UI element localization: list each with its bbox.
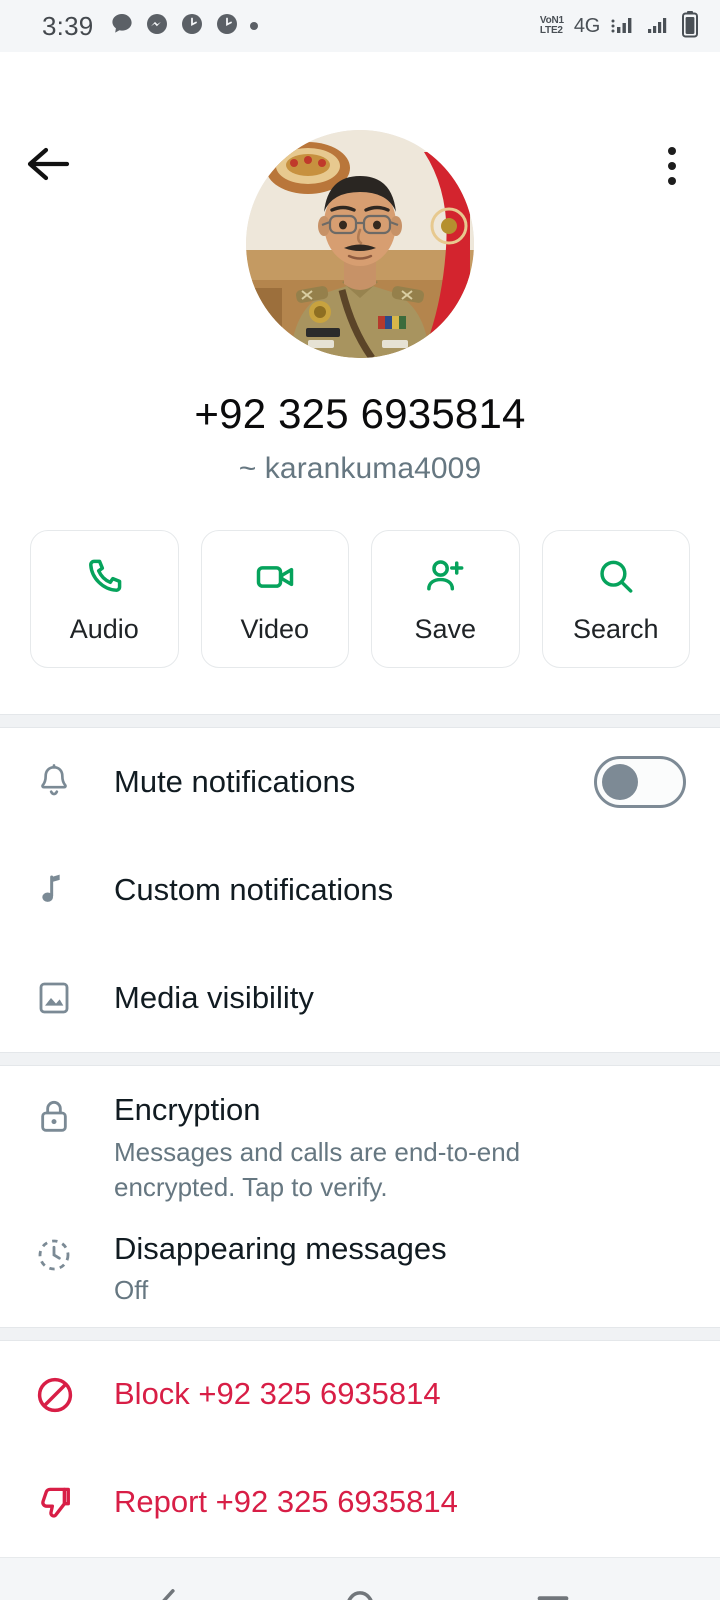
mute-notifications-toggle[interactable] xyxy=(594,756,686,808)
nav-home-icon xyxy=(340,1585,380,1600)
notification-settings-group: Mute notifications Custom notifications xyxy=(0,728,720,1052)
music-note-icon xyxy=(34,870,96,910)
overflow-menu-icon xyxy=(668,147,676,155)
quick-actions-row: Audio Video Save Search xyxy=(0,486,720,714)
block-contact-label: Block +92 325 6935814 xyxy=(114,1376,441,1412)
block-icon xyxy=(34,1374,96,1416)
avatar[interactable] xyxy=(246,130,474,358)
disappearing-messages-value: Off xyxy=(114,1275,149,1306)
battery-icon xyxy=(680,10,700,43)
back-button[interactable] xyxy=(22,140,74,192)
list-item-custom-notifications[interactable]: Custom notifications xyxy=(0,836,720,944)
privacy-settings-group: Encryption Messages and calls are end-to… xyxy=(0,1066,720,1327)
status-bar-clock: 3:39 xyxy=(42,10,94,41)
section-divider xyxy=(0,714,720,728)
nav-back-icon xyxy=(148,1585,186,1600)
bell-icon xyxy=(34,762,96,802)
video-camera-icon xyxy=(253,554,297,600)
overflow-menu-icon xyxy=(668,162,676,170)
signal-bars-sim1-icon xyxy=(610,12,636,41)
video-call-button[interactable]: Video xyxy=(200,530,349,668)
volte-indicator-icon: VoN1 LTE2 xyxy=(540,16,564,36)
status-bar-system-icons: VoN1 LTE2 4G xyxy=(540,10,700,43)
disappearing-messages-label: Disappearing messages xyxy=(114,1230,447,1266)
contact-profile-photo xyxy=(246,130,474,358)
search-icon xyxy=(594,554,638,600)
encryption-label: Encryption xyxy=(114,1092,261,1127)
lock-icon xyxy=(34,1092,96,1136)
overflow-menu-icon xyxy=(668,177,676,185)
back-arrow-icon xyxy=(25,144,71,189)
image-icon xyxy=(34,978,96,1018)
list-item-block-contact[interactable]: Block +92 325 6935814 xyxy=(0,1340,720,1449)
nav-back-button[interactable] xyxy=(122,1564,212,1600)
media-visibility-label: Media visibility xyxy=(114,979,314,1015)
clock-badge-icon xyxy=(215,12,239,41)
nav-recents-icon xyxy=(533,1589,573,1600)
list-item-encryption[interactable]: Encryption Messages and calls are end-to… xyxy=(0,1066,720,1205)
audio-call-label: Audio xyxy=(69,613,139,644)
video-call-label: Video xyxy=(240,613,310,644)
overflow-menu-button[interactable] xyxy=(648,138,696,194)
chat-bubble-icon xyxy=(110,12,134,41)
profile-section: +92 325 6935814 ~ karankuma4009 xyxy=(0,52,720,486)
person-add-icon xyxy=(423,554,467,600)
list-item-disappearing-messages[interactable]: Disappearing messages Off xyxy=(0,1204,720,1327)
mute-notifications-label: Mute notifications xyxy=(114,763,356,799)
nav-home-button[interactable] xyxy=(315,1564,405,1600)
status-bar-notification-icons xyxy=(110,12,259,41)
save-contact-button[interactable]: Save xyxy=(371,530,520,668)
audio-call-button[interactable]: Audio xyxy=(30,530,179,668)
list-item-report-contact[interactable]: Report +92 325 6935814 xyxy=(0,1448,720,1557)
danger-actions-group: Block +92 325 6935814 Report +92 325 693… xyxy=(0,1340,720,1557)
thumbs-down-icon xyxy=(34,1482,96,1524)
clock-badge-icon xyxy=(180,12,204,41)
timer-dashed-icon xyxy=(34,1231,96,1275)
dot-icon xyxy=(250,22,259,30)
volte-line-2: LTE2 xyxy=(539,25,563,36)
report-contact-label: Report +92 325 6935814 xyxy=(114,1484,458,1520)
save-contact-label: Save xyxy=(414,613,477,644)
phone-icon xyxy=(82,554,126,600)
search-chat-label: Search xyxy=(572,613,659,644)
push-name: ~ karankuma4009 xyxy=(238,452,482,485)
android-navigation-bar xyxy=(0,1556,720,1600)
page-title: +92 325 6935814 xyxy=(194,390,526,437)
custom-notifications-label: Custom notifications xyxy=(114,871,394,907)
status-bar: 3:39 VoN1 LTE2 4G xyxy=(0,0,720,52)
messenger-icon xyxy=(145,12,169,41)
section-divider xyxy=(0,1326,720,1341)
network-type-label: 4G xyxy=(573,14,600,37)
section-divider xyxy=(0,1052,720,1066)
signal-bars-sim2-icon xyxy=(646,12,670,41)
whatsapp-contact-info-screen: 3:39 VoN1 LTE2 4G +92 325 6935814 ~ kara… xyxy=(0,0,720,1600)
encryption-description: Messages and calls are end-to-end encryp… xyxy=(114,1136,521,1202)
search-chat-button[interactable]: Search xyxy=(541,530,690,668)
list-item-mute-notifications[interactable]: Mute notifications xyxy=(0,728,720,836)
toggle-knob xyxy=(602,764,638,800)
nav-recents-button[interactable] xyxy=(508,1564,598,1600)
list-item-media-visibility[interactable]: Media visibility xyxy=(0,944,720,1052)
